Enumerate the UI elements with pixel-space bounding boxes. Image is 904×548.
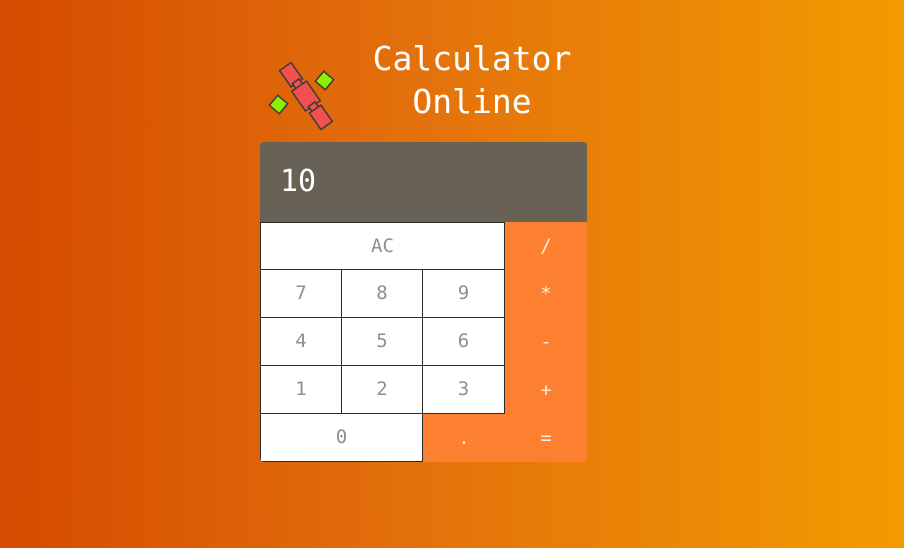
calculator-tools-logo-icon — [268, 61, 335, 131]
page-title: Calculator Online — [360, 37, 584, 123]
digit-6-button[interactable]: 6 — [422, 317, 505, 366]
divide-button[interactable]: / — [505, 222, 587, 270]
title-line-1: Calculator — [372, 39, 572, 78]
digit-1-button[interactable]: 1 — [260, 365, 342, 414]
digit-2-button[interactable]: 2 — [341, 365, 423, 414]
decimal-button[interactable]: . — [423, 414, 505, 462]
add-button[interactable]: + — [505, 366, 587, 414]
digit-9-button[interactable]: 9 — [422, 269, 505, 318]
digit-7-button[interactable]: 7 — [260, 269, 342, 318]
digit-0-button[interactable]: 0 — [260, 413, 423, 462]
digit-4-button[interactable]: 4 — [260, 317, 342, 366]
subtract-button[interactable]: - — [505, 318, 587, 366]
title-line-2: Online — [412, 82, 532, 121]
digit-3-button[interactable]: 3 — [422, 365, 505, 414]
clear-button[interactable]: AC — [260, 222, 505, 270]
digit-5-button[interactable]: 5 — [341, 317, 423, 366]
calculator: 10 AC / 7 8 9 * 4 5 6 - 1 2 3 + 0 . = — [260, 142, 587, 462]
digit-8-button[interactable]: 8 — [341, 269, 423, 318]
calculator-display: 10 — [260, 142, 587, 222]
equals-button[interactable]: = — [505, 414, 587, 462]
multiply-button[interactable]: * — [505, 270, 587, 318]
